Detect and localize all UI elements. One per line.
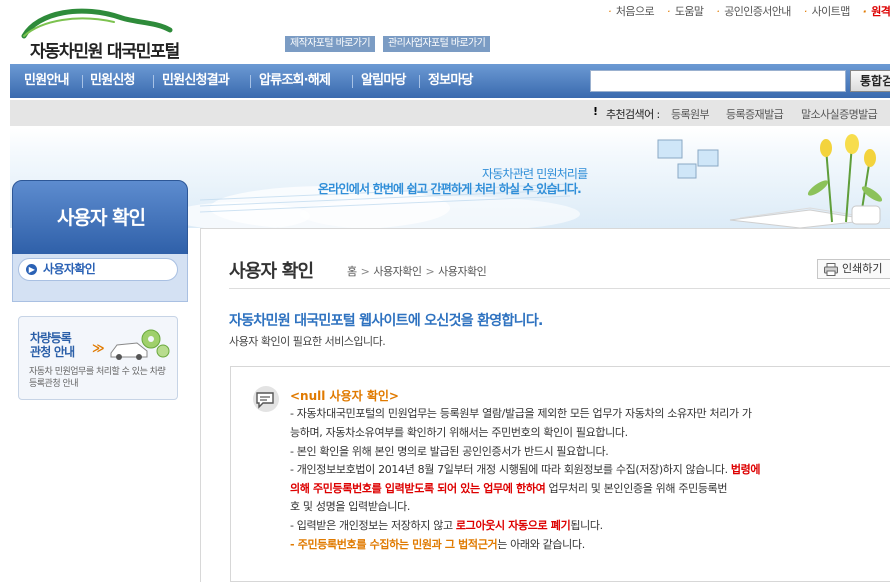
arrow-right-icon: ▶ [26, 264, 37, 275]
nav-item-info[interactable]: 정보마당 [428, 64, 473, 98]
notice-line-8: - 주민등록번호를 수집하는 민원과 그 법적근거는 아래와 같습니다. [290, 538, 585, 551]
notice-line-4: - 개인정보보호법이 2014년 8월 7일부터 개정 시행됨에 따라 회원정보… [290, 463, 761, 476]
sidebar-item-user-check[interactable]: ▶ 사용자확인 [18, 258, 178, 281]
promo-description: 자동차 민원업무를 처리할 수 있는 차량등록관청 안내 [29, 367, 166, 389]
utility-link-home[interactable]: · 처음으로 [608, 5, 655, 18]
nav-item-notice[interactable]: 알림마당 [361, 64, 406, 98]
utility-link-help[interactable]: · 도움말 [667, 5, 704, 18]
logo-text: 자동차민원 대국민포털 [30, 42, 180, 62]
nav-item-guide[interactable]: 민원안내 [24, 64, 69, 98]
search-button[interactable]: 통합검 [850, 70, 890, 92]
recommended-search-title: 추천검색어 : [606, 108, 660, 121]
breadcrumb: 홈 > 사용자확인 > 사용자확인 [347, 263, 487, 279]
sidebar-item-label: 사용자확인 [43, 262, 96, 276]
utility-link-certificate[interactable]: · 공인인증서안내 [716, 5, 791, 18]
nav-item-apply[interactable]: 민원신청 [90, 64, 135, 98]
sidebar-title: 사용자 확인 [56, 207, 146, 229]
utility-links: · 처음으로 · 도움말 · 공인인증서안내 · 사이트맵 · 원격 [608, 3, 890, 19]
notice-line-3: - 본인 확인을 위해 본인 명의로 발급된 공인인증서가 반드시 필요합니다. [290, 445, 609, 458]
title-divider [229, 288, 890, 289]
banner-line-2: 온라인에서 한번에 쉽고 간편하게 처리 하실 수 있습니다. [318, 182, 582, 196]
printer-icon [824, 263, 838, 276]
exclamation-icon: ! [593, 105, 599, 118]
sidebar-header: 사용자 확인 [12, 180, 188, 257]
chevron-right-icon: > [360, 265, 370, 278]
nav-item-results[interactable]: 민원신청결과 [162, 64, 230, 98]
car-gear-icon [110, 329, 170, 360]
nav-divider [419, 75, 420, 88]
notice-line-6: 호 및 성명을 입력받습니다. [290, 500, 411, 513]
notice-line-2: 능하며, 자동차소유여부를 확인하기 위해서는 주민번호의 확인이 필요합니다. [290, 426, 628, 439]
nav-divider [82, 75, 83, 88]
page: 자동차민원 대국민포털 제작자포털 바로가기 관리사업자포털 바로가기 · 처음으… [0, 0, 890, 582]
logo-car-arc-icon [21, 8, 173, 39]
utility-link-sitemap[interactable]: · 사이트맵 [804, 5, 851, 18]
page-title: 사용자 확인 [229, 261, 314, 282]
breadcrumb-section[interactable]: 사용자확인 [373, 265, 422, 278]
breadcrumb-current: 사용자확인 [438, 265, 487, 278]
nav-divider [352, 75, 353, 88]
breadcrumb-home[interactable]: 홈 [347, 265, 357, 278]
print-label: 인쇄하기 [842, 262, 883, 275]
promo-title-line-2: 관청 안내 [30, 345, 75, 359]
notice-line-1: - 자동차대국민포털의 민원업무는 등록원부 열람/발급을 제외한 모든 업무가… [290, 407, 752, 420]
keyword-register[interactable]: 등록원부 [671, 106, 710, 122]
notice-line-7: - 입력받은 개인정보는 저장하지 않고 로그아웃시 자동으로 폐기됩니다. [290, 519, 603, 532]
double-arrow-icon: ≫ [92, 341, 105, 355]
keyword-reissue[interactable]: 등록증재발급 [726, 106, 784, 122]
recommended-search-bar: ! 추천검색어 : 등록원부 등록증재발급 말소사실증명발급 [10, 100, 890, 126]
service-subtitle: 사용자 확인이 필요한 서비스입니다. [229, 335, 386, 348]
print-button[interactable]: 인쇄하기 [817, 259, 890, 279]
registry-office-promo[interactable]: 차량등록 관청 안내 ≫ 자동차 민원업무를 처리할 수 있는 차량등록관청 안… [18, 316, 178, 400]
speech-bubble-pencil-icon [253, 386, 279, 412]
nav-divider [250, 75, 251, 88]
nav-divider [153, 75, 154, 88]
search-input[interactable] [590, 70, 846, 92]
notice-heading: <null 사용자 확인> [290, 389, 399, 403]
maker-portal-button[interactable]: 제작자포털 바로가기 [285, 36, 375, 52]
chevron-right-icon: > [425, 265, 435, 278]
nav-item-seizure[interactable]: 압류조회·해제 [259, 64, 331, 98]
notice-line-5: 의해 주민등록번호를 입력받도록 되어 있는 업무에 한하여 업무처리 및 본인… [290, 482, 728, 495]
management-portal-button[interactable]: 관리사업자포털 바로가기 [383, 36, 491, 52]
keyword-deregistration[interactable]: 말소사실증명발급 [801, 106, 878, 122]
utility-link-remote[interactable]: · 원격 [863, 5, 890, 18]
welcome-heading: 자동차민원 대국민포털 웹사이트에 오신것을 환영합니다. [229, 313, 543, 329]
site-logo[interactable]: 자동차민원 대국민포털 [14, 6, 204, 62]
